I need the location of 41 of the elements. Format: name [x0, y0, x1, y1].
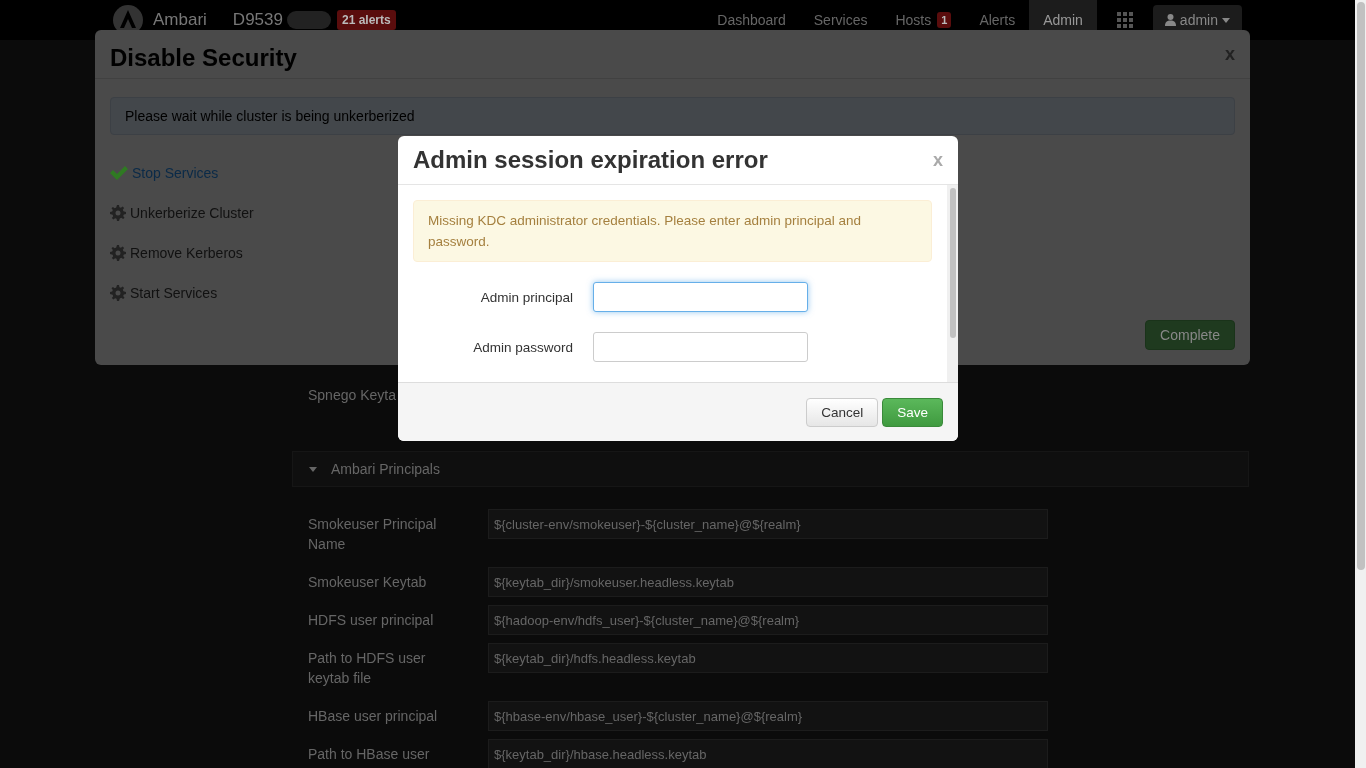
field-label: Smokeuser Keytab [308, 573, 428, 592]
scrollbar[interactable] [1355, 0, 1366, 768]
save-button[interactable]: Save [882, 397, 943, 427]
dialog-title: Admin session expiration error [413, 146, 768, 174]
grid-menu-icon[interactable] [1116, 12, 1133, 28]
config-field[interactable]: ${keytab_dir}/hdfs.headless.keytab [488, 643, 1048, 673]
cluster-name[interactable]: D9539 [232, 10, 283, 30]
section-title: Ambari Principals [331, 461, 440, 477]
operations-badge[interactable] [286, 11, 331, 29]
progress-message: Please wait while cluster is being unkerberized [110, 97, 1235, 135]
caret-icon [1222, 17, 1230, 23]
brand-name[interactable]: Ambari [153, 10, 207, 30]
field-label: Spnego Keyta [308, 386, 397, 405]
config-field[interactable]: ${keytab_dir}/smokeuser.headless.keytab [488, 567, 1048, 597]
field-label: Admin password [472, 339, 574, 355]
text-input[interactable] [593, 282, 808, 312]
modal-title: Disable Security [110, 44, 297, 72]
field-label: Smokeuser Principal Name [308, 515, 438, 554]
field-label: Path to HBase user [308, 745, 431, 764]
field-label: HDFS user principal [308, 611, 435, 630]
close-button[interactable]: x [933, 149, 943, 171]
field-label: HBase user principal [308, 707, 439, 726]
section-header[interactable]: Ambari Principals [292, 451, 1249, 487]
scrollbar[interactable] [947, 185, 958, 382]
user-icon [1164, 14, 1176, 26]
field-label: Admin principal [479, 289, 574, 305]
config-field[interactable]: ${hadoop-env/hdfs_user}-${cluster_name}@${realm} [488, 605, 1048, 635]
count-badge: 1 [937, 12, 952, 28]
step-label: Start Services [130, 285, 218, 301]
config-field[interactable]: ${keytab_dir}/hbase.headless.keytab [488, 739, 1048, 768]
config-field[interactable]: ${hbase-env/hbase_user}-${cluster_name}@${realm} [488, 701, 1048, 731]
step-label: Remove Kerberos [130, 245, 243, 261]
cancel-button[interactable]: Cancel [806, 397, 879, 427]
text-input[interactable] [593, 332, 808, 362]
alerts-badge[interactable]: 21 alerts [336, 10, 396, 30]
nav-tab[interactable]: Hosts 1 [881, 0, 966, 40]
warning-alert: Missing KDC administrator credentials. Please enter admin principal and password. [413, 200, 932, 262]
field-label: Path to HDFS user keytab file [308, 649, 427, 688]
config-field[interactable]: ${cluster-env/smokeuser}-${cluster_name}@${realm} [488, 509, 1048, 539]
step-label: Stop Services [132, 165, 219, 181]
step-label: Unkerberize Cluster [130, 205, 254, 221]
